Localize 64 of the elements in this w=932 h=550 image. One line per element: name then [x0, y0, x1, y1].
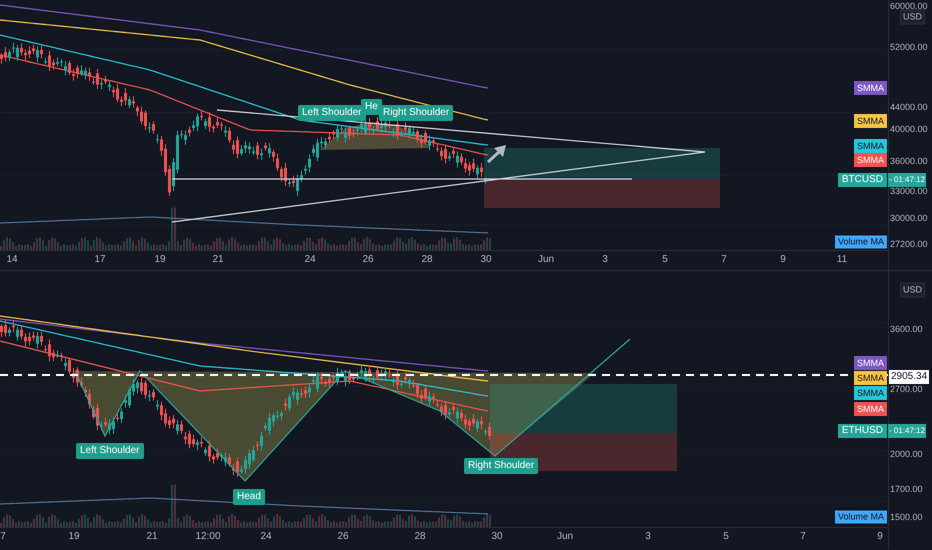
volume-indicator-tag: Volume MA	[834, 510, 887, 524]
price-axis-label: 40000.00	[890, 123, 928, 135]
symbol-price-tag: ETHUSD	[838, 424, 887, 438]
time-axis-label: 7	[0, 531, 6, 543]
time-axis-label: 3	[602, 254, 608, 266]
price-axis-label: 30000.00	[890, 212, 928, 224]
time-axis-label: 14	[6, 254, 18, 266]
time-axis-label: 7	[800, 531, 806, 543]
currency-label: USD	[900, 282, 926, 298]
time-axis-label: 26	[337, 531, 349, 543]
price-axis-label: 2700.00	[890, 383, 923, 395]
indicator-tag: SMMA	[854, 139, 887, 153]
price-axis-label: 36000.00	[890, 155, 928, 167]
pattern-annotation: Head	[233, 489, 265, 505]
price-axis-label: 3600.00	[890, 323, 923, 335]
indicator-tag: SMMA	[854, 371, 887, 385]
time-axis-label: 30	[480, 254, 492, 266]
countdown-label: - 01:47:12	[888, 173, 926, 187]
time-axis-label: 9	[877, 531, 883, 543]
time-axis-label: 24	[304, 254, 316, 266]
pattern-annotation: Right Shoulder	[464, 458, 538, 474]
price-axis-label: 44000.00	[890, 101, 928, 113]
time-axis-label: 21	[146, 531, 158, 543]
time-axis-label: Jun	[556, 531, 574, 543]
pattern-annotation: Left Shoulder	[298, 105, 366, 121]
price-axis-label: 33000.00	[890, 185, 928, 197]
time-axis-label: Jun	[538, 254, 554, 266]
arrow-drawing	[486, 145, 506, 164]
current-price-tag: 2905.34	[889, 370, 930, 384]
time-axis-label: 28	[421, 254, 433, 266]
time-axis-label: 19	[154, 254, 166, 266]
indicator-tag: SMMA	[854, 356, 887, 370]
pattern-annotation: He	[361, 99, 382, 115]
price-axis-label: 27200.00	[890, 238, 928, 250]
time-axis-label: 5	[662, 254, 668, 266]
time-axis-label: 19	[68, 531, 80, 543]
time-axis-label: 21	[212, 254, 224, 266]
time-axis-label: 11	[836, 254, 848, 266]
time-axis-label: 3	[645, 531, 651, 543]
time-axis-label: 9	[780, 254, 786, 266]
price-axis-label: 1700.00	[890, 483, 923, 495]
pattern-annotation: Right Shoulder	[379, 105, 454, 121]
time-axis-label: 17	[94, 254, 106, 266]
countdown-label: - 01:47:12	[888, 424, 926, 438]
time-axis-label: 5	[723, 531, 729, 543]
price-axis-label: 2000.00	[890, 448, 923, 460]
pattern-annotation: Left Shoulder	[76, 443, 144, 459]
indicator-tag: SMMA	[854, 153, 887, 167]
volume-indicator-tag: Volume MA	[834, 236, 887, 248]
time-axis-label: 24	[260, 531, 272, 543]
price-axis-label: 60000.00	[890, 0, 928, 12]
indicator-tag: SMMA	[854, 114, 887, 128]
currency-label: USD	[900, 10, 926, 24]
time-axis-label: 7	[721, 254, 727, 266]
price-axis-label: 1500.00	[890, 511, 923, 523]
symbol-price-tag: BTCUSD	[838, 173, 887, 187]
time-axis-label: 30	[491, 531, 503, 543]
time-axis-label: 28	[414, 531, 426, 543]
price-axis-label: 52000.00	[890, 41, 928, 53]
indicator-tag: SMMA	[854, 386, 887, 400]
indicator-tag: SMMA	[854, 402, 887, 416]
indicator-tag: SMMA	[854, 81, 887, 95]
time-axis-label: 26	[362, 254, 374, 266]
time-axis-label: 12:00	[195, 531, 221, 543]
